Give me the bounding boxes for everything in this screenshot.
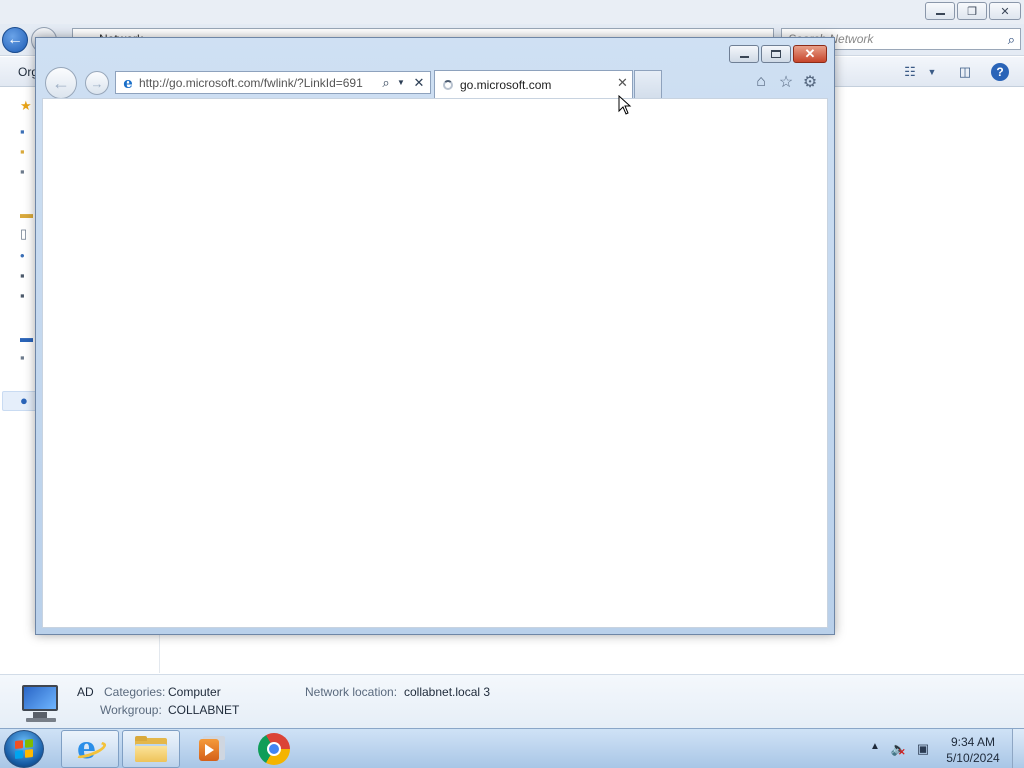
explorer-minimize-button[interactable] xyxy=(925,2,955,20)
explorer-close-button[interactable]: ✕ xyxy=(989,2,1021,20)
preview-pane-icon[interactable]: ◫ xyxy=(956,64,974,80)
ie-page-content[interactable] xyxy=(42,98,828,628)
details-network-location-value: collabnet.local 3 xyxy=(404,685,491,699)
chrome-icon xyxy=(258,733,290,765)
system-clock[interactable]: 9:34 AM 5/10/2024 xyxy=(940,734,1006,766)
ie-close-button[interactable]: ✕ xyxy=(793,45,827,63)
taskbar-windows-explorer[interactable] xyxy=(122,730,180,768)
ie-favicon: e xyxy=(123,74,133,92)
ie-toolbar: ← → e http://go.microsoft.com/fwlink/?Li… xyxy=(36,66,834,99)
explorer-restore-button[interactable]: ❐ xyxy=(957,2,987,20)
volume-muted-icon[interactable]: 🔈 ✕ xyxy=(891,741,907,757)
view-dropdown-icon[interactable]: ▼ xyxy=(926,64,938,80)
start-button[interactable] xyxy=(4,730,44,768)
pictures-library-icon[interactable]: ▪ xyxy=(20,268,36,283)
taskbar-media-player[interactable] xyxy=(183,730,241,768)
help-icon[interactable]: ? xyxy=(991,63,1009,81)
explorer-title-bar: ❐ ✕ xyxy=(0,0,1024,24)
stop-icon[interactable]: ✕ xyxy=(411,74,427,91)
recent-places-icon[interactable]: ▪ xyxy=(20,164,36,179)
details-categories-value: Computer xyxy=(168,685,221,699)
downloads-folder-icon[interactable]: ▪ xyxy=(20,144,36,159)
taskbar-chrome[interactable] xyxy=(245,730,303,768)
ie-minimize-button[interactable] xyxy=(729,45,759,63)
network-icon: ● xyxy=(20,393,28,408)
ie-tab-title: go.microsoft.com xyxy=(460,78,552,92)
taskbar: e ▲ 🔈 ✕ ▣ 9:34 AM 5/10/2024 xyxy=(0,728,1024,768)
home-icon[interactable]: ⌂ xyxy=(752,73,770,91)
music-library-icon[interactable]: • xyxy=(20,248,36,263)
loading-spinner-icon xyxy=(443,80,453,90)
favorites-star-icon[interactable]: ★ xyxy=(20,98,36,113)
forward-icon[interactable]: → xyxy=(85,71,109,95)
internet-explorer-window: ✕ ← → e http://go.microsoft.com/fwlink/?… xyxy=(35,37,835,635)
internet-explorer-icon: e xyxy=(71,732,109,766)
clock-date: 5/10/2024 xyxy=(946,751,1000,765)
taskbar-internet-explorer[interactable]: e xyxy=(61,730,119,768)
search-icon: ⌕ xyxy=(1007,32,1015,47)
ie-address-bar[interactable]: e http://go.microsoft.com/fwlink/?LinkId… xyxy=(115,71,431,94)
videos-library-icon[interactable]: ▪ xyxy=(20,288,36,303)
libraries-icon[interactable]: ▬ xyxy=(20,206,36,221)
documents-library-icon[interactable]: ▯ xyxy=(20,226,36,241)
new-tab-button[interactable] xyxy=(634,70,662,98)
show-hidden-icons-icon[interactable]: ▲ xyxy=(870,741,880,752)
ie-tab-active[interactable]: go.microsoft.com ✕ xyxy=(434,70,633,98)
mouse-cursor-icon xyxy=(618,95,632,115)
explorer-back-button[interactable]: ← xyxy=(2,27,28,53)
details-categories-label: Categories: xyxy=(104,685,166,699)
desktop-icon[interactable]: ▪ xyxy=(20,124,36,139)
media-player-icon xyxy=(199,736,225,762)
windows-explorer-icon xyxy=(135,736,167,762)
search-icon[interactable]: ⌕ xyxy=(378,74,394,91)
show-desktop-button[interactable] xyxy=(1012,729,1024,768)
explorer-details-pane: AD Categories: Computer Workgroup: COLLA… xyxy=(0,674,1024,728)
close-tab-icon[interactable]: ✕ xyxy=(617,75,628,91)
ie-maximize-button[interactable] xyxy=(761,45,791,63)
details-computer-name: AD xyxy=(77,685,94,699)
computer-icon[interactable]: ▬ xyxy=(20,330,36,345)
ie-url-text[interactable]: http://go.microsoft.com/fwlink/?LinkId=6… xyxy=(139,76,375,90)
dropdown-icon[interactable]: ▼ xyxy=(395,74,407,91)
computer-monitor-icon xyxy=(18,683,62,723)
network-tray-icon[interactable]: ▣ xyxy=(915,741,931,757)
favorites-star-icon[interactable]: ☆ xyxy=(777,73,795,91)
windows-logo-icon xyxy=(15,739,33,759)
local-disk-icon[interactable]: ▪ xyxy=(20,350,36,365)
clock-time: 9:34 AM xyxy=(950,735,996,749)
details-network-location-label: Network location: xyxy=(305,685,398,699)
settings-gear-icon[interactable]: ⚙ xyxy=(801,73,819,91)
details-workgroup-value: COLLABNET xyxy=(168,703,240,717)
details-workgroup-label: Workgroup: xyxy=(100,703,162,717)
change-view-icon[interactable]: ☷ xyxy=(902,64,918,80)
back-icon[interactable]: ← xyxy=(45,67,77,99)
